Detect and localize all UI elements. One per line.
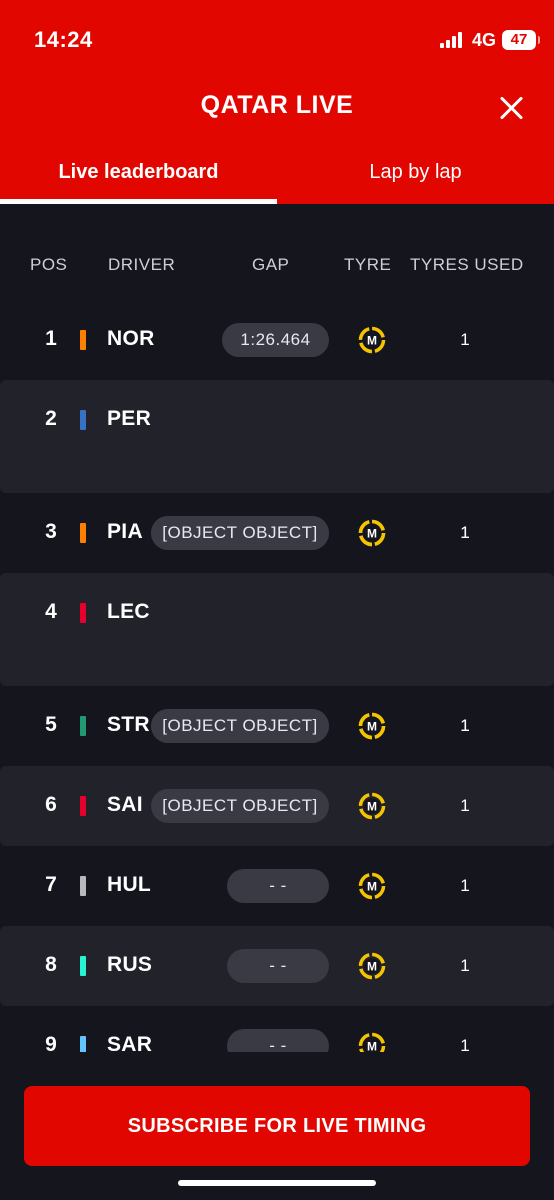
gap-pill: [OBJECT OBJECT] <box>151 516 329 550</box>
position-number: 5 <box>45 713 57 736</box>
medium-tyre-icon: M <box>358 519 386 547</box>
medium-tyre-icon: M <box>358 952 386 980</box>
cellular-signal-icon <box>440 32 466 48</box>
tyres-used-count: 1 <box>460 523 470 542</box>
column-header-gap: GAP <box>252 255 290 274</box>
medium-tyre-icon: M <box>358 1032 386 1052</box>
tyres-used-count: 1 <box>460 876 470 895</box>
team-color-bar <box>80 876 86 896</box>
team-color-bar <box>80 1036 86 1052</box>
svg-text:M: M <box>367 720 377 734</box>
driver-code: SAI <box>107 793 143 816</box>
leaderboard-row[interactable]: 9 SAR - - M 1 <box>0 1006 554 1052</box>
page-title: QATAR LIVE <box>200 91 354 119</box>
driver-code: RUS <box>107 953 153 976</box>
leaderboard-row[interactable]: 7 HUL - - M 1 <box>0 846 554 926</box>
battery-level: 47 <box>510 31 528 48</box>
leaderboard-row[interactable]: 6 SAI [OBJECT OBJECT] M 1 <box>0 766 554 846</box>
driver-code: NOR <box>107 327 155 350</box>
driver-code: HUL <box>107 873 152 896</box>
team-color-bar <box>80 956 86 976</box>
position-number: 6 <box>45 793 57 816</box>
svg-text:M: M <box>367 527 377 541</box>
driver-code: PIA <box>107 520 143 543</box>
team-color-bar <box>80 523 86 543</box>
leaderboard-row[interactable]: 3 PIA [OBJECT OBJECT] M 1 <box>0 493 554 573</box>
medium-tyre-icon: M <box>358 326 386 354</box>
status-time: 14:24 <box>34 27 93 52</box>
driver-code: PER <box>107 407 152 430</box>
tyres-used-count: 1 <box>460 956 470 975</box>
driver-code: LEC <box>107 600 150 623</box>
position-number: 3 <box>45 520 57 543</box>
tyres-used-count: 1 <box>460 330 470 349</box>
team-color-bar <box>80 796 86 816</box>
leaderboard-column-headers: POS DRIVER GAP TYRE TYRES USED <box>0 255 554 285</box>
leaderboard-row[interactable]: 1 NOR 1:26.464 M 1 <box>0 300 554 380</box>
team-color-bar <box>80 330 86 350</box>
network-type: 4G <box>472 30 497 50</box>
medium-tyre-icon: M <box>358 712 386 740</box>
position-number: 2 <box>45 407 57 430</box>
position-number: 8 <box>45 953 57 976</box>
medium-tyre-icon: M <box>358 872 386 900</box>
position-number: 4 <box>45 600 57 623</box>
gap-pill: - - <box>227 949 329 983</box>
leaderboard-row[interactable]: 5 STR [OBJECT OBJECT] M 1 <box>0 686 554 766</box>
svg-text:M: M <box>367 880 377 894</box>
tab-live-leaderboard[interactable]: Live leaderboard <box>0 150 277 204</box>
gap-pill: [OBJECT OBJECT] <box>151 789 329 823</box>
tab-lap-by-lap[interactable]: Lap by lap <box>277 150 554 204</box>
team-color-bar <box>80 716 86 736</box>
home-indicator <box>178 1180 376 1186</box>
column-header-tyres-used: TYRES USED <box>410 255 524 274</box>
driver-code: SAR <box>107 1033 153 1052</box>
position-number: 9 <box>45 1033 57 1052</box>
leaderboard-list[interactable]: 1 NOR 1:26.464 M 1 2 PER [OBJECT OBJECT] M 1 3 PIA [… <box>0 300 554 1052</box>
team-color-bar <box>80 603 86 623</box>
header-bar: 14:24 4G 47 QATAR LIVE Live leaderboard … <box>0 0 554 204</box>
gap-pill: - - <box>227 869 329 903</box>
subscribe-live-timing-button[interactable]: SUBSCRIBE FOR LIVE TIMING <box>24 1086 530 1166</box>
driver-code: STR <box>107 713 150 736</box>
team-color-bar <box>80 410 86 430</box>
gap-pill: [OBJECT OBJECT] <box>151 709 329 743</box>
battery-icon: 47 <box>502 30 540 50</box>
column-header-driver: DRIVER <box>108 255 176 274</box>
status-bar: 14:24 4G 47 <box>0 0 554 80</box>
tyres-used-count: 1 <box>460 716 470 735</box>
svg-text:M: M <box>367 1040 377 1053</box>
svg-text:M: M <box>367 800 377 814</box>
column-header-pos: POS <box>30 255 68 274</box>
column-header-tyre: TYRE <box>344 255 392 274</box>
leaderboard-row[interactable]: 2 PER [OBJECT OBJECT] M 1 <box>0 380 554 550</box>
svg-text:M: M <box>367 334 377 348</box>
medium-tyre-icon: M <box>358 792 386 820</box>
tyres-used-count: 1 <box>460 796 470 815</box>
gap-pill: 1:26.464 <box>222 323 329 357</box>
position-number: 1 <box>45 327 57 350</box>
position-number: 7 <box>45 873 57 896</box>
close-icon[interactable] <box>496 92 528 124</box>
leaderboard-row[interactable]: 4 LEC [OBJECT OBJECT] M 1 <box>0 573 554 743</box>
tyres-used-count: 1 <box>460 1036 470 1052</box>
leaderboard-row[interactable]: 8 RUS - - M 1 <box>0 926 554 1006</box>
gap-pill: - - <box>227 1029 329 1052</box>
svg-text:M: M <box>367 960 377 974</box>
